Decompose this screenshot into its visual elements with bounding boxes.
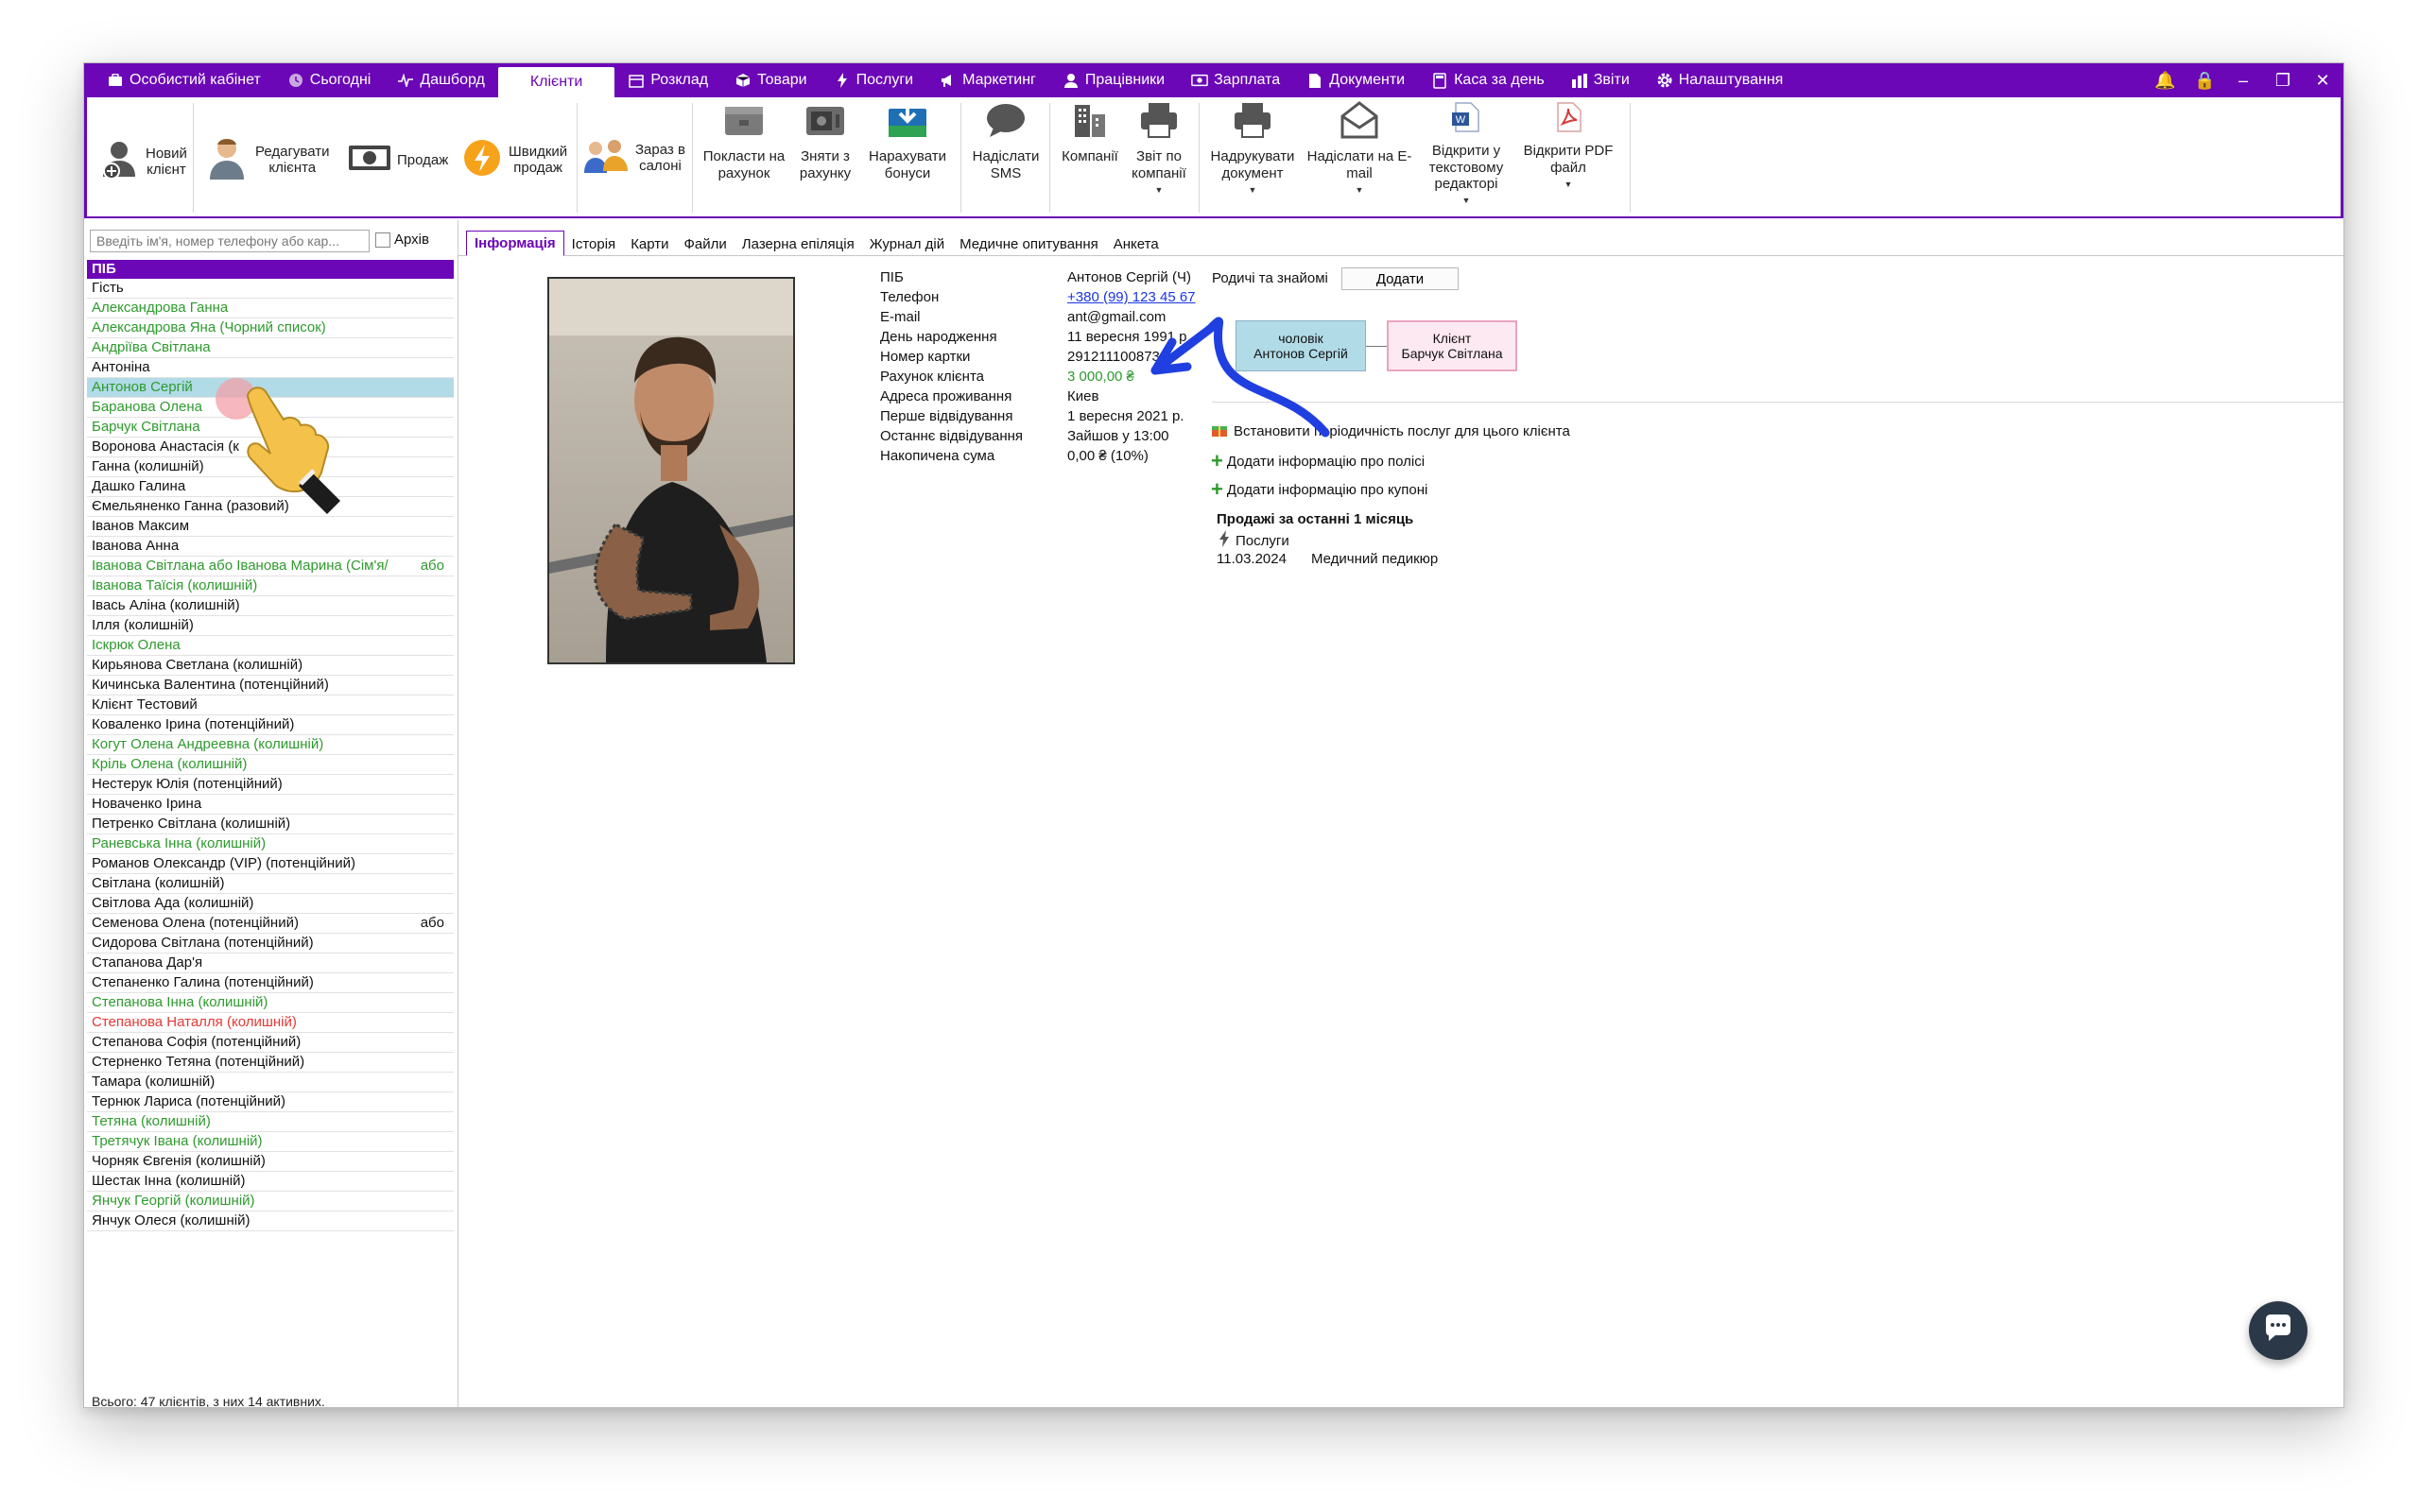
annotation-overlay: [216, 317, 1330, 514]
hand-pointer-icon: [216, 378, 340, 514]
blue-arrow-icon: [1150, 317, 1330, 438]
